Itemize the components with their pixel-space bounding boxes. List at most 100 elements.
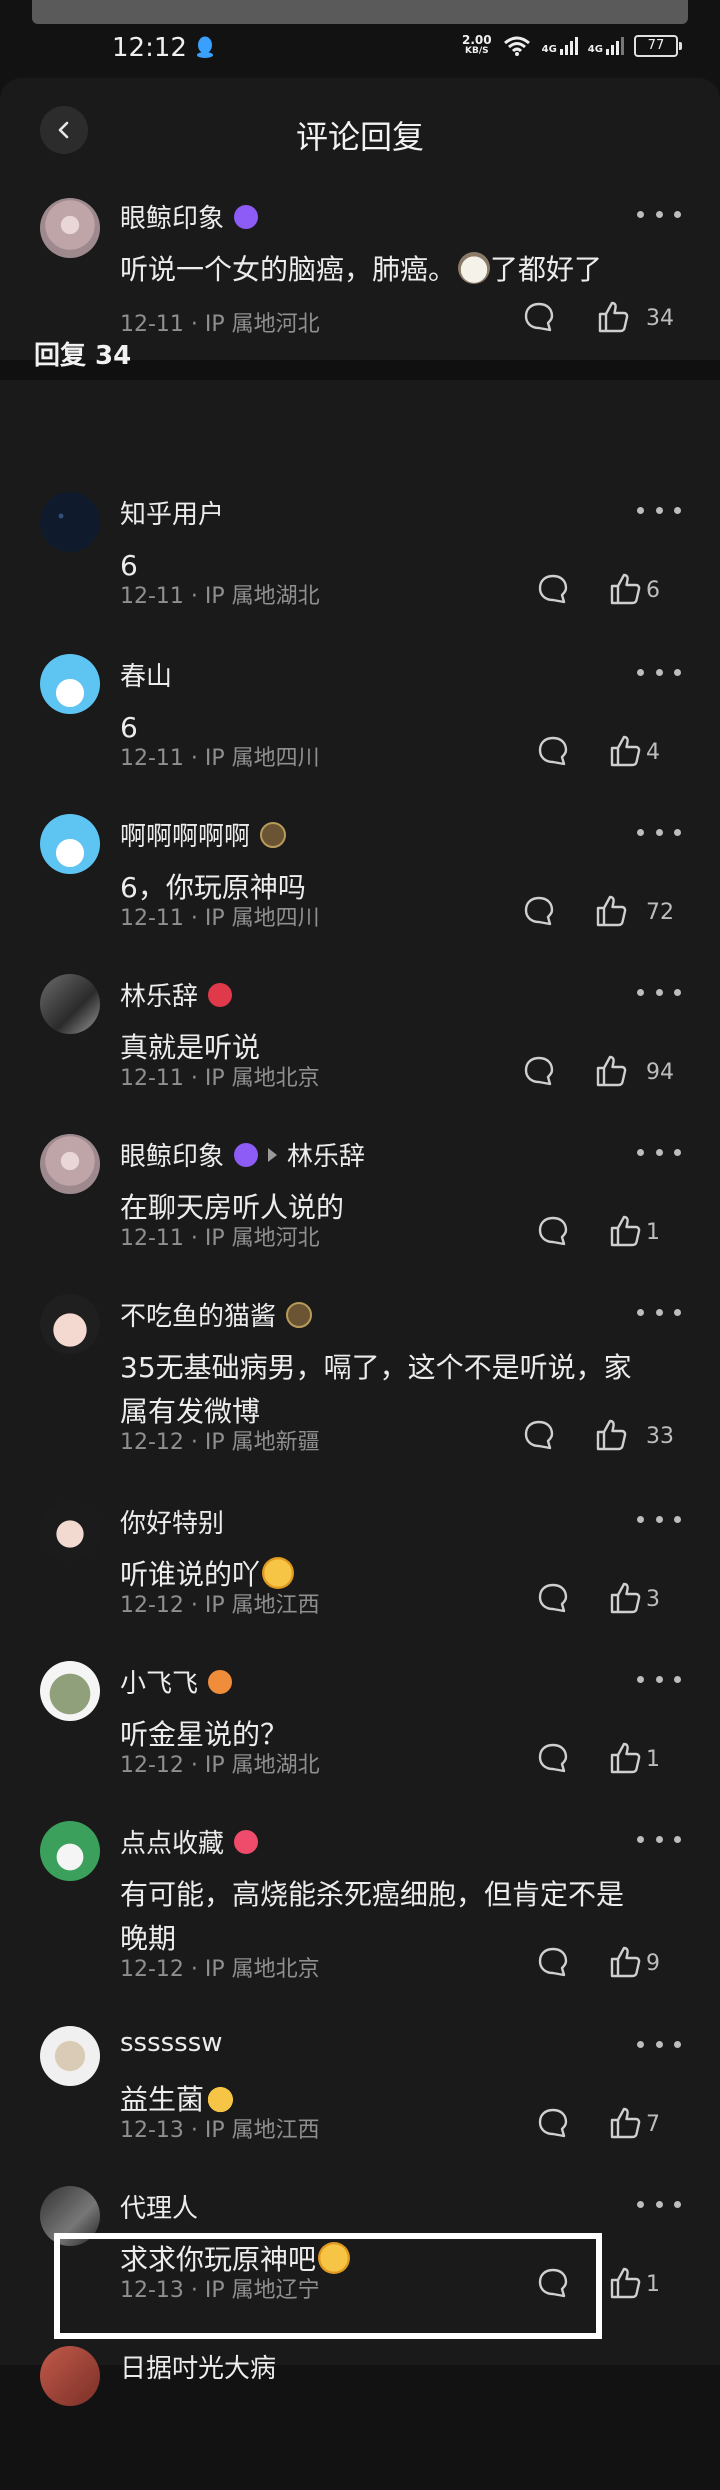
username[interactable]: 春山	[120, 656, 172, 693]
comment-meta: 12-12 · IP 属地湖北	[120, 1753, 320, 1778]
like-count: 9	[646, 1951, 660, 1976]
like-count: 1	[646, 1747, 660, 1772]
more-options-button[interactable]	[637, 664, 681, 680]
avatar[interactable]	[40, 814, 100, 874]
like-count: 33	[646, 1424, 674, 1449]
username[interactable]: 眼鲸印象	[120, 198, 224, 235]
reply-item: 眼鲸印象 林乐辞 在聊天房听人说的 12-11 · IP 属地河北 1	[0, 1128, 720, 1278]
comment-text: 听说一个女的脑癌，肺癌。 了都好了	[120, 252, 603, 286]
thumbs-up-like-icon[interactable]	[608, 1741, 642, 1775]
username[interactable]: 日据吋光大病	[120, 2348, 276, 2385]
notification-banner-edge	[32, 0, 688, 24]
thumbs-up-emoji-icon	[206, 2082, 239, 2114]
network-speed: 2.00 KB/S	[462, 33, 492, 56]
reply-item: 小飞飞 听金星说的？ 12-12 · IP 属地湖北 1	[0, 1655, 720, 1805]
more-options-button[interactable]	[637, 1671, 681, 1687]
username[interactable]: 点点收藏	[120, 1823, 224, 1860]
qq-penguin-icon	[197, 36, 213, 58]
more-options-button[interactable]	[637, 984, 681, 1000]
username[interactable]: 不吃鱼的猫酱	[120, 1296, 276, 1333]
reply-item: 知乎用户 6 12-11 · IP 属地湖北 6	[0, 486, 720, 636]
reply-item: 不吃鱼的猫酱 35无基础病男，嗝了，这个不是听说，家 属有发微博 12-12 · IP…	[0, 1288, 720, 1455]
thumbs-up-like-icon[interactable]	[608, 1581, 642, 1615]
thumbs-up-like-icon[interactable]	[594, 1054, 628, 1088]
highlight-annotation-box	[54, 2233, 602, 2339]
avatar[interactable]	[40, 654, 100, 714]
comment-meta: 12-13 · IP 属地江西	[120, 2118, 320, 2143]
comment-meta: 12-11 · IP 属地河北	[120, 1226, 320, 1251]
header: 评论回复	[0, 78, 720, 188]
reply-icon[interactable]	[536, 1741, 570, 1775]
avatar[interactable]	[40, 1821, 100, 1881]
avatar[interactable]	[40, 198, 100, 258]
reply-item: 林乐辞 真就是听说 12-11 · IP 属地北京 94	[0, 968, 720, 1118]
reply-icon[interactable]	[536, 2106, 570, 2140]
thumbs-up-like-icon[interactable]	[608, 572, 642, 606]
avatar[interactable]	[40, 974, 100, 1034]
thumbs-up-like-icon[interactable]	[608, 734, 642, 768]
more-options-button[interactable]	[637, 206, 681, 222]
wifi-icon	[503, 36, 530, 56]
like-count: 3	[646, 1587, 660, 1612]
thumbs-up-like-icon[interactable]	[594, 1418, 628, 1452]
reply-item: 春山 6 12-11 · IP 属地四川 4	[0, 648, 720, 798]
comment-meta: 12-12 · IP 属地新疆	[120, 1430, 320, 1455]
signal-4g-icon: 4G	[542, 37, 578, 55]
comment-meta: 12-11 · IP 属地湖北	[120, 584, 320, 609]
username[interactable]: 你好特别	[120, 1503, 224, 1540]
avatar[interactable]	[40, 1134, 100, 1194]
thumbs-up-like-icon[interactable]	[608, 1945, 642, 1979]
status-bar: 12:12 2.00 KB/S 4G 4G 77	[0, 0, 720, 80]
reply-icon[interactable]	[536, 572, 570, 606]
more-options-button[interactable]	[637, 1144, 681, 1160]
more-options-button[interactable]	[637, 824, 681, 840]
user-badge-icon	[208, 1669, 233, 1694]
avatar[interactable]	[40, 1661, 100, 1721]
thumbs-up-like-icon[interactable]	[608, 2106, 642, 2140]
comment-meta: 12-11 · IP 属地河北	[120, 312, 320, 337]
username[interactable]: 眼鲸印象	[120, 1136, 224, 1173]
page-title: 评论回复	[295, 118, 424, 156]
reply-icon[interactable]	[522, 1054, 556, 1088]
reply-icon[interactable]	[522, 300, 556, 334]
kissing-face-emoji-icon	[262, 1557, 295, 1589]
username[interactable]: 林乐辞	[120, 976, 198, 1013]
user-badge-icon	[234, 1829, 259, 1854]
thumbs-up-like-icon[interactable]	[608, 2266, 642, 2300]
more-options-button[interactable]	[637, 502, 681, 518]
avatar[interactable]	[40, 2026, 100, 2086]
reply-icon[interactable]	[522, 894, 556, 928]
reply-icon[interactable]	[536, 1945, 570, 1979]
reply-to-username[interactable]: 林乐辞	[287, 1136, 365, 1173]
avatar[interactable]	[40, 1294, 100, 1354]
comment-meta: 12-12 · IP 属地北京	[120, 1957, 320, 1982]
comment-meta: 12-11 · IP 属地四川	[120, 746, 320, 771]
reply-item: 啊啊啊啊啊 6，你玩原神吗 12-11 · IP 属地四川 72	[0, 808, 720, 958]
reply-icon[interactable]	[536, 734, 570, 768]
username[interactable]: 代理人	[120, 2188, 198, 2225]
username[interactable]: 小飞飞	[120, 1663, 198, 1700]
more-options-button[interactable]	[637, 2196, 681, 2212]
user-badge-icon	[234, 1142, 259, 1167]
comment-meta: 12-11 · IP 属地北京	[120, 1066, 320, 1091]
user-badge-icon	[208, 982, 233, 1007]
more-options-button[interactable]	[637, 1831, 681, 1847]
avatar[interactable]	[40, 2346, 100, 2406]
thumbs-up-like-icon[interactable]	[608, 1214, 642, 1248]
avatar[interactable]	[40, 492, 100, 552]
like-count: 34	[646, 306, 674, 331]
comment-text: 有可能，高烧能杀死癌细胞，但肯定不是 晚期	[120, 1878, 625, 1955]
more-options-button[interactable]	[637, 2036, 681, 2052]
avatar[interactable]	[40, 1501, 100, 1561]
username[interactable]: ssssssw	[120, 2028, 223, 2058]
more-options-button[interactable]	[637, 1304, 681, 1320]
reply-icon[interactable]	[522, 1418, 556, 1452]
username[interactable]: 知乎用户	[120, 494, 224, 531]
reply-icon[interactable]	[536, 1581, 570, 1615]
username[interactable]: 啊啊啊啊啊	[120, 816, 250, 853]
thumbs-up-like-icon[interactable]	[594, 894, 628, 928]
more-options-button[interactable]	[637, 1511, 681, 1527]
comment-meta: 12-11 · IP 属地四川	[120, 906, 320, 931]
thumbs-up-like-icon[interactable]	[596, 300, 630, 334]
reply-icon[interactable]	[536, 1214, 570, 1248]
